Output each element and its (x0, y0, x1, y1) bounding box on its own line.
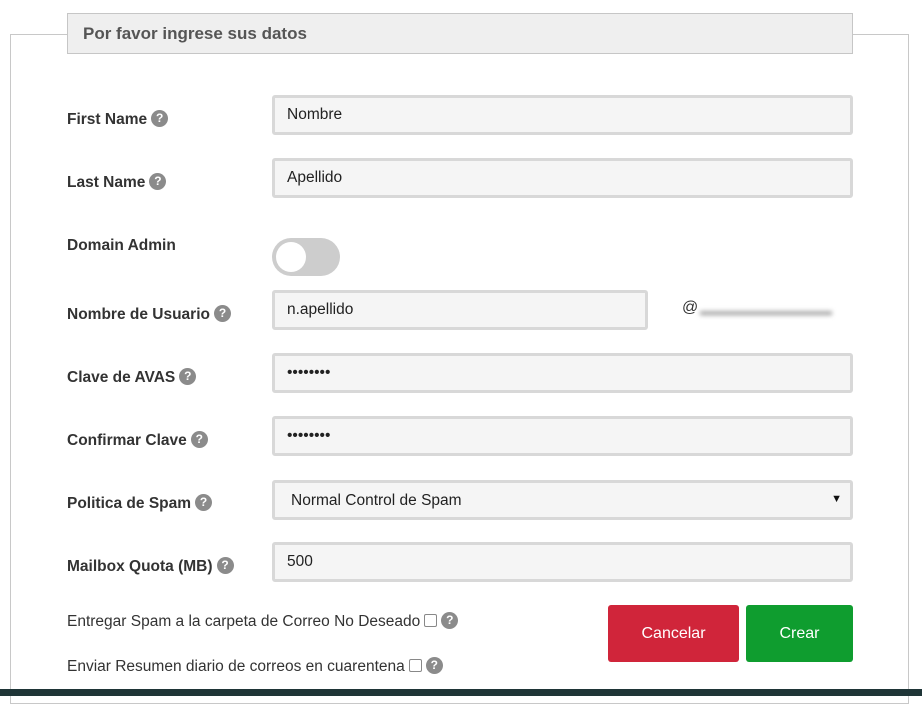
domain-name-redacted: ▬▬▬▬▬▬▬▬▬▬▬ (700, 304, 832, 318)
help-icon[interactable]: ? (179, 368, 197, 386)
mailbox-quota-label-text: Mailbox Quota (MB) (67, 558, 213, 575)
password-label: Clave de AVAS? (67, 368, 197, 387)
help-icon[interactable]: ? (441, 612, 459, 630)
create-button[interactable]: Crear (746, 605, 853, 662)
deliver-spam-checkbox[interactable] (424, 614, 438, 628)
mailbox-quota-input[interactable] (272, 542, 853, 582)
spam-policy-selected-value: Normal Control de Spam (291, 492, 462, 509)
confirm-password-input[interactable] (272, 416, 853, 456)
first-name-label-text: First Name (67, 111, 148, 128)
help-icon[interactable]: ? (149, 173, 167, 191)
first-name-input[interactable] (272, 95, 853, 135)
help-icon[interactable]: ? (151, 110, 169, 128)
toggle-knob (276, 242, 306, 272)
username-input[interactable] (272, 290, 648, 330)
first-name-label: First Name? (67, 110, 169, 129)
deliver-spam-option: Entregar Spam a la carpeta de Correo No … (67, 612, 459, 631)
help-icon[interactable]: ? (425, 657, 443, 675)
username-label: Nombre de Usuario? (67, 305, 231, 324)
last-name-label: Last Name? (67, 173, 167, 192)
last-name-input[interactable] (272, 158, 853, 198)
daily-digest-label: Enviar Resumen diario de correos en cuar… (67, 658, 405, 675)
daily-digest-option: Enviar Resumen diario de correos en cuar… (67, 657, 443, 676)
confirm-password-label-text: Confirmar Clave (67, 432, 187, 449)
cancel-button[interactable]: Cancelar (608, 605, 739, 662)
domain-admin-toggle[interactable] (272, 238, 340, 276)
password-input[interactable] (272, 353, 853, 393)
help-icon[interactable]: ? (190, 431, 208, 449)
domain-admin-label: Domain Admin (67, 237, 176, 254)
spam-policy-label-text: Politica de Spam (67, 495, 192, 512)
daily-digest-checkbox[interactable] (408, 659, 422, 673)
bottom-bar (0, 689, 922, 696)
spam-policy-select[interactable]: Normal Control de Spam ▼ (272, 480, 853, 520)
password-label-text: Clave de AVAS (67, 369, 176, 386)
deliver-spam-label: Entregar Spam a la carpeta de Correo No … (67, 613, 421, 630)
last-name-label-text: Last Name (67, 174, 146, 191)
mailbox-quota-label: Mailbox Quota (MB)? (67, 557, 234, 576)
form-legend: Por favor ingrese sus datos (67, 13, 853, 54)
username-label-text: Nombre de Usuario (67, 306, 210, 323)
help-icon[interactable]: ? (216, 557, 234, 575)
confirm-password-label: Confirmar Clave? (67, 431, 208, 450)
caret-down-icon: ▼ (831, 493, 842, 505)
help-icon[interactable]: ? (213, 305, 231, 323)
domain-at-sign: @ (682, 299, 699, 316)
spam-policy-label: Politica de Spam? (67, 494, 213, 513)
help-icon[interactable]: ? (195, 494, 213, 512)
